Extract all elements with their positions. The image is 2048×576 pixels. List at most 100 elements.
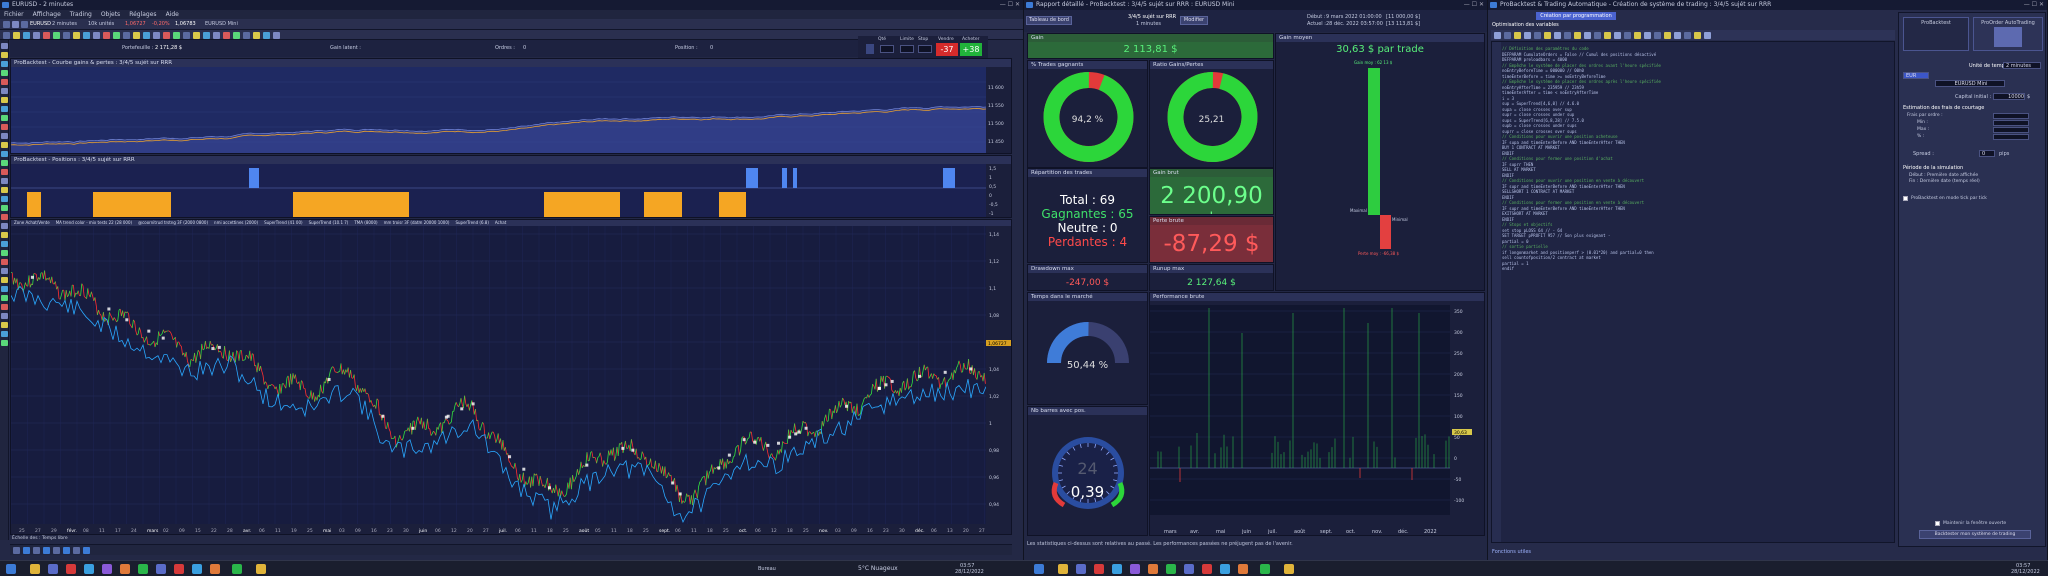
tool-icon[interactable] bbox=[1534, 32, 1541, 39]
clock-date-2[interactable]: 28/12/2022 bbox=[2011, 569, 2040, 575]
tab-dashboard[interactable]: Tableau de bord bbox=[1026, 16, 1072, 25]
code-line[interactable]: endif bbox=[1502, 266, 1902, 272]
drawing-tool-icon[interactable] bbox=[1, 223, 8, 229]
drawing-tool-icon[interactable] bbox=[1, 322, 8, 328]
taskbar-app-icon[interactable] bbox=[138, 564, 148, 574]
tool-icon[interactable] bbox=[33, 32, 40, 39]
fee-input[interactable] bbox=[1993, 134, 2029, 140]
drawing-tool-icon[interactable] bbox=[1, 259, 8, 265]
drawing-tool-icon[interactable] bbox=[1, 313, 8, 319]
drawing-tool-icon[interactable] bbox=[1, 151, 8, 157]
toolbar-timeframe[interactable]: 2 minutes bbox=[52, 21, 77, 27]
drawing-tool-icon[interactable] bbox=[1, 169, 8, 175]
fee-option[interactable]: % : bbox=[1917, 134, 1924, 139]
drawing-tool-icon[interactable] bbox=[1, 79, 8, 85]
drawing-tool-icon[interactable] bbox=[1, 70, 8, 76]
tool-icon[interactable] bbox=[253, 32, 260, 39]
sell-button[interactable]: -37 bbox=[936, 43, 958, 56]
period-start[interactable]: Début : Première date affichée bbox=[1909, 173, 1978, 178]
drawing-tool-icon[interactable] bbox=[1, 214, 8, 220]
tick-mode-checkbox[interactable] bbox=[1903, 196, 1908, 201]
taskbar-app-icon[interactable] bbox=[232, 564, 242, 574]
drawing-tool-icon[interactable] bbox=[1, 124, 8, 130]
tool-icon[interactable] bbox=[83, 547, 90, 554]
tool-icon[interactable] bbox=[1604, 32, 1611, 39]
drawing-tool-icon[interactable] bbox=[1, 286, 8, 292]
indicator-legend-item[interactable]: SuperTrend (41 00) bbox=[264, 220, 303, 225]
taskbar-app-icon[interactable] bbox=[210, 564, 220, 574]
tool-icon[interactable] bbox=[143, 32, 150, 39]
drawing-tool-icon[interactable] bbox=[1, 205, 8, 211]
clock-date[interactable]: 28/12/2022 bbox=[955, 569, 984, 575]
menu-item-2[interactable]: Trading bbox=[70, 11, 92, 18]
toolbar-instrument-2[interactable]: EURUSD Mini bbox=[205, 21, 238, 27]
tool-icon[interactable] bbox=[73, 547, 80, 554]
keep-open-checkbox[interactable] bbox=[1935, 521, 1940, 526]
tool-icon[interactable] bbox=[63, 32, 70, 39]
tool-icon[interactable] bbox=[163, 32, 170, 39]
drawing-tool-icon[interactable] bbox=[1, 268, 8, 274]
menu-item-4[interactable]: Réglages bbox=[129, 11, 156, 18]
drawing-tool-icon[interactable] bbox=[1, 295, 8, 301]
tool-icon[interactable] bbox=[1634, 32, 1641, 39]
limit-input[interactable] bbox=[900, 45, 914, 53]
tool-icon[interactable] bbox=[1504, 32, 1511, 39]
ticket-icon[interactable] bbox=[866, 44, 874, 54]
taskbar-app-icon[interactable] bbox=[156, 564, 166, 574]
capital-input[interactable]: 10000 bbox=[1993, 93, 2025, 100]
tool-icon[interactable] bbox=[223, 32, 230, 39]
editor-window-controls[interactable]: — ☐ ✕ bbox=[2024, 0, 2044, 10]
toolbar-instrument[interactable]: EURUSD bbox=[30, 21, 51, 27]
tool-icon[interactable] bbox=[153, 32, 160, 39]
tool-icon[interactable] bbox=[263, 32, 270, 39]
taskbar-app-icon[interactable] bbox=[84, 564, 94, 574]
drawing-tool-icon[interactable] bbox=[1, 142, 8, 148]
vars-label[interactable]: Optimisation des variables bbox=[1492, 22, 1559, 28]
drawing-tool-icon[interactable] bbox=[1, 97, 8, 103]
tool-icon[interactable] bbox=[13, 32, 20, 39]
fee-option[interactable]: Max : bbox=[1917, 127, 1929, 132]
tool-icon[interactable] bbox=[243, 32, 250, 39]
tool-icon[interactable] bbox=[1494, 32, 1501, 39]
tool-icon[interactable] bbox=[1644, 32, 1651, 39]
drawing-tool-icon[interactable] bbox=[1, 241, 8, 247]
tool-icon[interactable] bbox=[113, 32, 120, 39]
tool-icon[interactable] bbox=[1524, 32, 1531, 39]
fee-option[interactable]: Frais par ordre : bbox=[1907, 113, 1943, 118]
editor-titlebar[interactable]: ProBacktest & Trading Automatique - Créa… bbox=[1488, 0, 2047, 10]
taskbar-app-icon[interactable] bbox=[1094, 564, 1104, 574]
spread-input[interactable]: 0 bbox=[1979, 150, 1995, 157]
taskbar-app-icon[interactable] bbox=[1076, 564, 1086, 574]
tool-icon[interactable] bbox=[1704, 32, 1711, 39]
indicator-legend-item[interactable]: MA trend color - mix tests 22 (28 000) bbox=[56, 220, 132, 225]
taskbar-app-icon[interactable] bbox=[1166, 564, 1176, 574]
taskbar-app-icon[interactable] bbox=[1184, 564, 1194, 574]
taskbar-app-icon[interactable] bbox=[1148, 564, 1158, 574]
tool-icon[interactable] bbox=[123, 32, 130, 39]
tool-icon[interactable] bbox=[1624, 32, 1631, 39]
tool-icon[interactable] bbox=[133, 32, 140, 39]
instrument-chip[interactable]: EUR bbox=[1903, 72, 1929, 79]
tool-icon[interactable] bbox=[43, 547, 50, 554]
drawing-tool-icon[interactable] bbox=[1, 196, 8, 202]
tool-icon[interactable] bbox=[1574, 32, 1581, 39]
taskbar-app-icon[interactable] bbox=[1202, 564, 1212, 574]
taskbar-app-icon[interactable] bbox=[1220, 564, 1230, 574]
instrument-field[interactable]: EURUSD Mini bbox=[1935, 80, 2005, 87]
tool-icon[interactable] bbox=[233, 32, 240, 39]
tool-icon[interactable] bbox=[23, 32, 30, 39]
tool-icon[interactable] bbox=[3, 21, 10, 28]
tool-icon[interactable] bbox=[203, 32, 210, 39]
toolbar-units[interactable]: 10k unités bbox=[88, 21, 114, 27]
taskbar-app-icon[interactable] bbox=[1130, 564, 1140, 574]
tool-icon[interactable] bbox=[273, 32, 280, 39]
tool-icon[interactable] bbox=[1594, 32, 1601, 39]
tool-icon[interactable] bbox=[93, 32, 100, 39]
tool-icon[interactable] bbox=[33, 547, 40, 554]
menu-item-3[interactable]: Objets bbox=[101, 11, 120, 18]
taskbar-app-icon[interactable] bbox=[174, 564, 184, 574]
tool-icon[interactable] bbox=[73, 32, 80, 39]
fee-option[interactable]: Min : bbox=[1917, 120, 1928, 125]
taskbar-app-icon[interactable] bbox=[120, 564, 130, 574]
tool-icon[interactable] bbox=[43, 32, 50, 39]
